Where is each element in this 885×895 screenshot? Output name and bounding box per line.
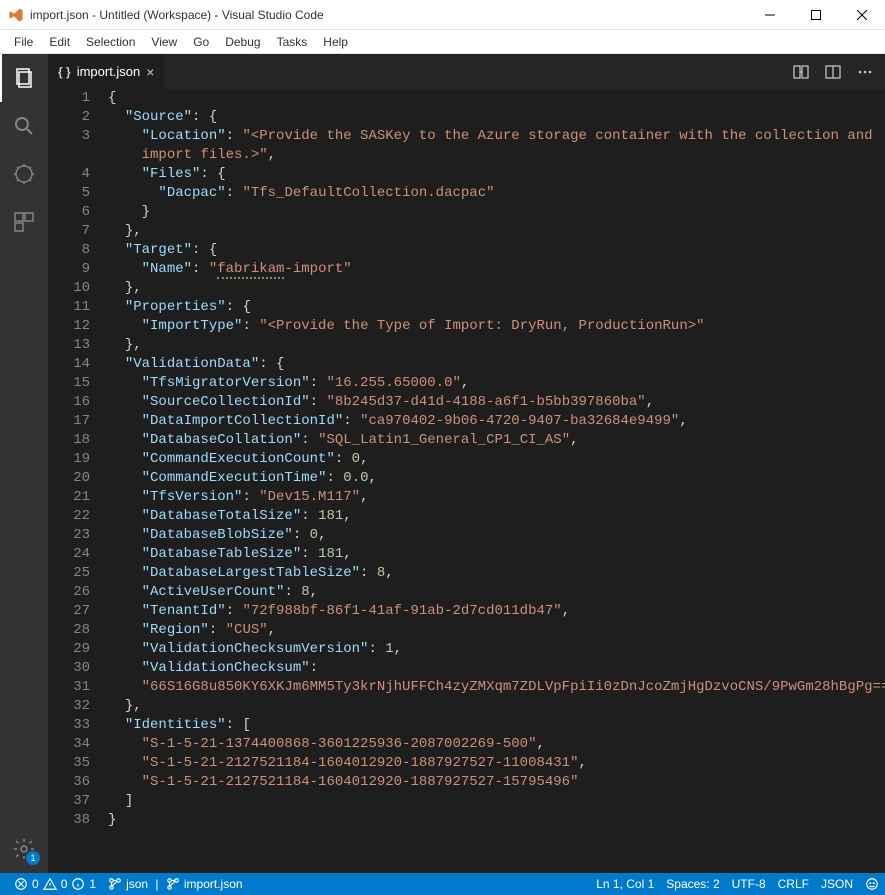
tab-close-icon[interactable]: × (146, 64, 154, 80)
more-actions-icon[interactable] (857, 64, 873, 80)
status-language[interactable]: JSON (815, 873, 859, 895)
menu-help[interactable]: Help (315, 33, 356, 51)
menu-debug[interactable]: Debug (217, 33, 268, 51)
json-file-icon: { } (58, 65, 71, 79)
status-problems[interactable]: 0 0 1 (8, 873, 102, 895)
close-button[interactable] (839, 0, 885, 29)
activity-settings[interactable]: 1 (0, 825, 48, 873)
menu-edit[interactable]: Edit (41, 33, 78, 51)
activity-debug[interactable] (0, 150, 48, 198)
main-area: 1 { } import.json × 12345678910111213141… (0, 54, 885, 873)
code-editor[interactable]: 1234567891011121314151617181920212223242… (48, 89, 885, 873)
menu-view[interactable]: View (143, 33, 185, 51)
status-git-branch[interactable]: json | import.json (102, 873, 249, 895)
settings-badge: 1 (26, 851, 40, 865)
window-controls (747, 0, 885, 29)
menu-go[interactable]: Go (185, 33, 217, 51)
status-cursor-position[interactable]: Ln 1, Col 1 (590, 873, 660, 895)
status-feedback-icon[interactable] (859, 873, 885, 895)
title-bar: import.json - Untitled (Workspace) - Vis… (0, 0, 885, 30)
menu-file[interactable]: File (6, 33, 41, 51)
activity-bar: 1 (0, 54, 48, 873)
tab-bar: { } import.json × (48, 54, 885, 89)
menu-bar: File Edit Selection View Go Debug Tasks … (0, 30, 885, 54)
editor-actions (793, 54, 885, 89)
activity-search[interactable] (0, 102, 48, 150)
activity-extensions[interactable] (0, 198, 48, 246)
split-editor-icon[interactable] (825, 64, 841, 80)
status-eol[interactable]: CRLF (772, 873, 815, 895)
vscode-app-icon (8, 7, 24, 23)
editor-area: { } import.json × 1234567891011121314151… (48, 54, 885, 873)
tab-label: import.json (77, 64, 141, 79)
menu-tasks[interactable]: Tasks (269, 33, 316, 51)
line-number-gutter: 1234567891011121314151617181920212223242… (48, 89, 108, 873)
code-content[interactable]: { "Source": { "Location": "<Provide the … (108, 89, 885, 873)
window-title: import.json - Untitled (Workspace) - Vis… (30, 8, 747, 22)
menu-selection[interactable]: Selection (78, 33, 143, 51)
maximize-button[interactable] (793, 0, 839, 29)
tab-import-json[interactable]: { } import.json × (48, 54, 165, 89)
status-indentation[interactable]: Spaces: 2 (660, 873, 725, 895)
compare-changes-icon[interactable] (793, 64, 809, 80)
status-bar: 0 0 1 json | import.json Ln 1, Col 1 Spa… (0, 873, 885, 895)
status-encoding[interactable]: UTF-8 (726, 873, 772, 895)
activity-explorer[interactable] (0, 54, 48, 102)
minimize-button[interactable] (747, 0, 793, 29)
